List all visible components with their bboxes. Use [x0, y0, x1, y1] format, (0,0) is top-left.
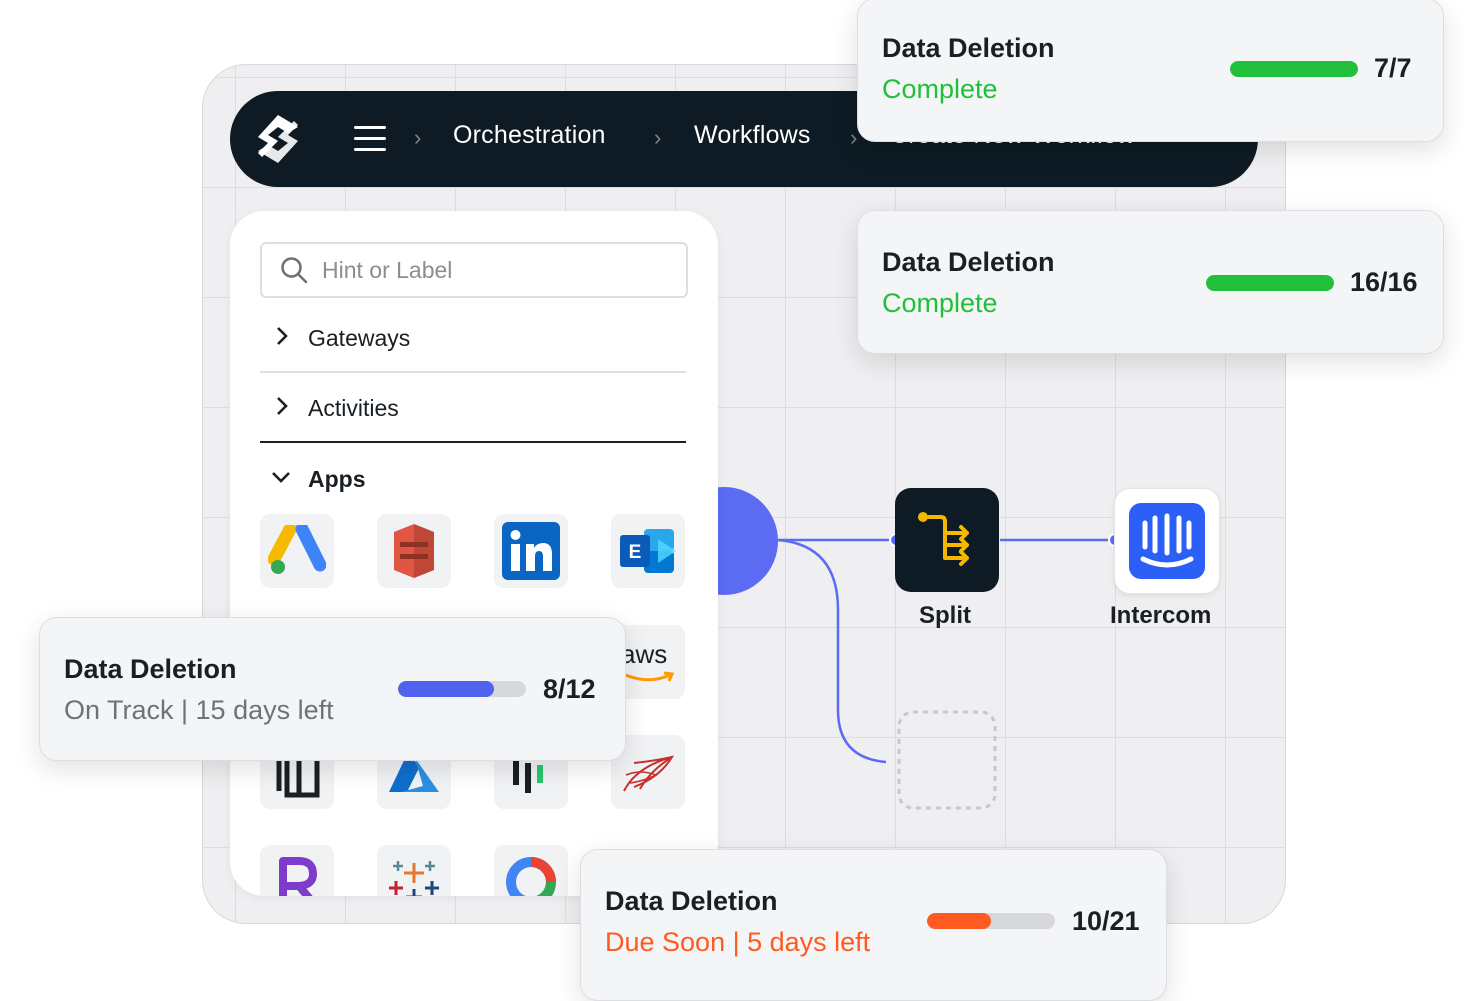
card-count: 8/12 [543, 674, 596, 704]
sql-server-icon [623, 755, 675, 792]
section-label: Gateways [308, 325, 411, 351]
status-card-1[interactable]: Data Deletion Complete 7/7 [857, 0, 1444, 142]
component-library-panel: Hint or Label Gateways Activities Apps E… [230, 211, 718, 896]
section-label: Apps [308, 466, 366, 492]
app-tableau[interactable] [377, 845, 451, 896]
app-looker[interactable] [494, 845, 568, 896]
empty-drop-slot[interactable] [897, 710, 997, 810]
card-title: Data Deletion [882, 247, 1055, 277]
app-amazon-s3[interactable] [377, 514, 451, 588]
exchange-icon: E [620, 529, 676, 573]
hamburger-menu-icon[interactable] [354, 126, 386, 152]
card-title: Data Deletion [605, 886, 778, 916]
aws-smile-icon [622, 671, 675, 682]
card-status: Complete [882, 74, 998, 104]
r-icon [279, 857, 317, 896]
intercom-node-label: Intercom [1110, 602, 1212, 629]
intercom-node[interactable] [1114, 488, 1220, 594]
looker-icon [506, 857, 556, 896]
app-linkedin[interactable] [494, 514, 568, 588]
card-status: On Track | 15 days left [64, 695, 334, 725]
breadcrumb-orchestration[interactable]: Orchestration [453, 121, 606, 150]
card-title: Data Deletion [64, 654, 237, 684]
chevron-right-icon: › [850, 125, 858, 150]
card-count: 10/21 [1072, 906, 1140, 936]
breadcrumb-workflows[interactable]: Workflows [694, 121, 811, 150]
brand-logo-icon[interactable] [252, 113, 304, 165]
card-status: Due Soon | 5 days left [605, 927, 871, 957]
chevron-right-icon [277, 327, 288, 345]
svg-text:E: E [629, 542, 642, 563]
tableau-icon [389, 861, 439, 896]
split-node-label: Split [919, 602, 971, 629]
card-count: 7/7 [1374, 53, 1412, 83]
section-gateways[interactable]: Gateways [260, 303, 686, 373]
status-card-2[interactable]: Data Deletion Complete 16/16 [857, 210, 1444, 354]
card-progress-fill [398, 681, 494, 697]
section-apps[interactable]: Apps [260, 444, 686, 514]
card-progress-fill [1230, 61, 1358, 77]
google-ads-icon [268, 525, 326, 574]
card-progress-bar [927, 913, 1055, 929]
split-icon [918, 512, 969, 566]
card-progress-bar [1206, 275, 1334, 291]
card-progress-bar [1230, 61, 1358, 77]
chevron-down-icon [272, 472, 290, 483]
split-node[interactable] [895, 488, 999, 592]
amazon-s3-icon [394, 524, 434, 578]
app-google-ads[interactable] [260, 514, 334, 588]
section-label: Activities [308, 395, 399, 421]
aws-label: aws [621, 639, 668, 669]
app-r[interactable] [260, 845, 334, 896]
status-card-4[interactable]: Data Deletion Due Soon | 5 days left 10/… [580, 849, 1167, 1001]
card-count: 16/16 [1350, 267, 1418, 297]
card-status: Complete [882, 288, 998, 318]
card-title: Data Deletion [882, 33, 1055, 63]
search-placeholder: Hint or Label [322, 257, 453, 283]
app-exchange[interactable]: E [611, 514, 685, 588]
divider [260, 441, 686, 443]
card-progress-fill [927, 913, 991, 929]
chevron-right-icon [277, 397, 288, 415]
section-activities[interactable]: Activities [260, 373, 686, 443]
status-card-3[interactable]: Data Deletion On Track | 15 days left 8/… [39, 617, 626, 761]
chevron-right-icon: › [414, 125, 422, 150]
intercom-icon [1129, 503, 1205, 579]
card-progress-bar [398, 681, 526, 697]
search-icon [281, 257, 308, 284]
search-input[interactable]: Hint or Label [260, 242, 688, 298]
card-progress-fill [1206, 275, 1334, 291]
chevron-right-icon: › [654, 125, 662, 150]
linkedin-icon [502, 522, 560, 580]
